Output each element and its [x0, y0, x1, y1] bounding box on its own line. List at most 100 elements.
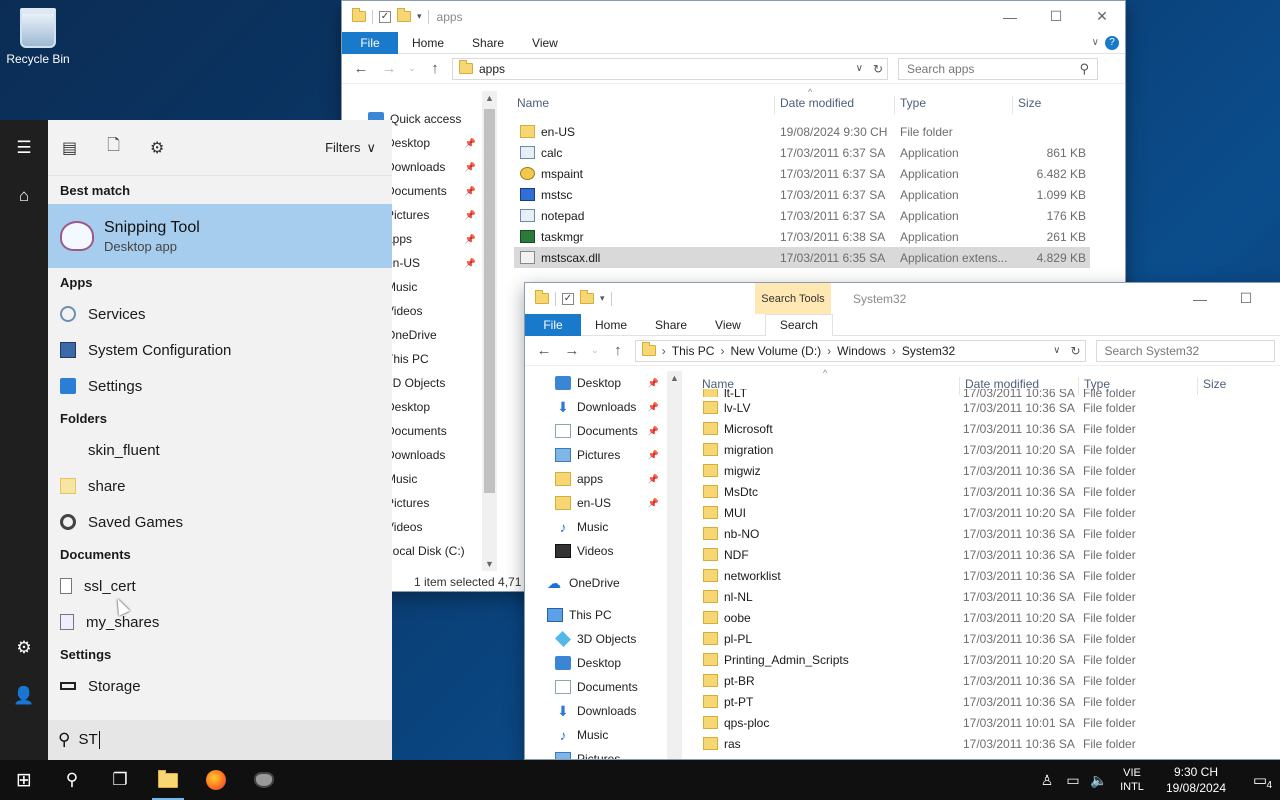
nav-item[interactable]: en-US 📌 — [547, 491, 665, 515]
result-item[interactable]: skin_fluent — [48, 432, 392, 468]
forward-button[interactable]: → — [561, 342, 583, 359]
app-taskbar-button[interactable] — [240, 760, 288, 800]
nav-item[interactable]: This PC — [547, 603, 665, 627]
file-row[interactable]: calc 17/03/2011 6:37 SA Application 861 KB — [514, 142, 1090, 163]
clock[interactable]: 9:30 CH 19/08/2024 — [1152, 764, 1240, 796]
file-row[interactable]: en-US 19/08/2024 9:30 CH File folder — [514, 121, 1090, 142]
start-search-box[interactable]: ⚲ ST — [48, 720, 392, 760]
nav-item[interactable]: ♪ Music — [547, 723, 665, 747]
tab-search[interactable]: Search — [764, 313, 833, 336]
qat-dropdown-icon[interactable]: ▾ — [600, 293, 605, 304]
new-folder-icon[interactable] — [397, 8, 411, 22]
breadcrumb-windows[interactable]: Windows — [837, 344, 886, 358]
properties-icon[interactable]: ✓ — [562, 292, 574, 305]
file-row[interactable]: oobe 17/03/2011 10:20 SA File folder — [697, 607, 1277, 628]
file-row[interactable]: ras 17/03/2011 10:36 SA File folder — [697, 733, 1277, 754]
address-dropdown-icon[interactable]: ∨ — [856, 63, 863, 74]
file-row[interactable]: NDF 17/03/2011 10:36 SA File folder — [697, 544, 1277, 565]
tab-view[interactable]: View — [701, 318, 755, 332]
navigation-scrollbar[interactable]: ▲ ▼ — [482, 91, 497, 571]
column-date-modified[interactable]: Date modified — [774, 96, 854, 114]
nav-item[interactable]: Videos — [547, 539, 665, 563]
close-button[interactable]: ✕ — [1079, 1, 1125, 32]
recent-locations-icon[interactable]: ⌄ — [589, 345, 601, 356]
apps-scope-icon[interactable]: ▤ — [62, 138, 77, 158]
nav-item[interactable]: Documents 📌 — [547, 419, 665, 443]
nav-item[interactable]: ⬇ Downloads 📌 — [547, 395, 665, 419]
breadcrumb-this-pc[interactable]: This PC — [672, 344, 715, 358]
breadcrumb-system32[interactable]: System32 — [902, 344, 955, 358]
recent-locations-icon[interactable]: ⌄ — [406, 63, 418, 74]
result-item[interactable]: Storage — [48, 668, 392, 704]
file-row[interactable]: Microsoft 17/03/2011 10:36 SA File folder — [697, 418, 1277, 439]
settings-scope-icon[interactable]: ⚙ — [150, 138, 164, 158]
people-icon[interactable]: ♙ — [1034, 772, 1060, 789]
tab-file[interactable]: File — [525, 313, 581, 336]
settings-gear-icon[interactable]: ⚙ — [0, 628, 48, 668]
file-row[interactable]: migration 17/03/2011 10:20 SA File folder — [697, 439, 1277, 460]
properties-icon[interactable]: ✓ — [379, 10, 391, 23]
address-bar[interactable]: › This PC › New Volume (D:) › Windows › … — [634, 339, 1086, 362]
file-row[interactable]: mstscax.dll 17/03/2011 6:35 SA Application… — [514, 247, 1090, 268]
breadcrumb-volume-d[interactable]: New Volume (D:) — [730, 344, 821, 358]
refresh-icon[interactable]: ↻ — [1070, 344, 1080, 358]
recycle-bin-shortcut[interactable]: Recycle Bin — [6, 8, 70, 66]
nav-item[interactable]: Documents — [547, 675, 665, 699]
file-row[interactable]: networklist 17/03/2011 10:36 SA File folde… — [697, 565, 1277, 586]
filters-dropdown[interactable]: Filters ∨ — [325, 140, 376, 156]
file-row[interactable]: lv-LV 17/03/2011 10:36 SA File folder — [697, 397, 1277, 418]
maximize-button[interactable]: ☐ — [1223, 283, 1269, 314]
nav-item[interactable]: 3D Objects — [547, 627, 665, 651]
tab-home[interactable]: Home — [581, 318, 641, 332]
file-row[interactable]: notepad 17/03/2011 6:37 SA Application 176 … — [514, 205, 1090, 226]
nav-item[interactable]: ♪ Music — [547, 515, 665, 539]
minimize-button[interactable]: — — [987, 1, 1033, 32]
hamburger-menu-icon[interactable]: ☰ — [0, 128, 48, 168]
result-item[interactable]: Settings — [48, 368, 392, 404]
qat-dropdown-icon[interactable]: ▾ — [417, 11, 422, 22]
tab-share[interactable]: Share — [458, 36, 518, 50]
result-item[interactable]: ssl_cert — [48, 568, 392, 604]
file-row[interactable]: Printing_Admin_Scripts 17/03/2011 10:20 S… — [697, 649, 1277, 670]
file-row[interactable]: qps-ploc 17/03/2011 10:01 SA File folder — [697, 712, 1277, 733]
documents-scope-icon[interactable]: 🗋 — [107, 134, 120, 161]
action-center-button[interactable]: ▭ 4 — [1240, 771, 1280, 791]
user-account-icon[interactable]: 👤 — [0, 676, 48, 716]
file-row[interactable]: nb-NO 17/03/2011 10:36 SA File folder — [697, 523, 1277, 544]
nav-item[interactable]: apps 📌 — [547, 467, 665, 491]
search-input[interactable]: Search System32 — [1095, 339, 1276, 362]
tab-share[interactable]: Share — [641, 318, 701, 332]
search-input[interactable]: Search apps ⚲ — [898, 57, 1098, 80]
file-row[interactable]: lt-LT 17/03/2011 10:36 SA File folder — [697, 389, 1277, 397]
file-row[interactable]: pt-PT 17/03/2011 10:36 SA File folder — [697, 691, 1277, 712]
file-row[interactable]: MUI 17/03/2011 10:20 SA File folder — [697, 502, 1277, 523]
result-item[interactable]: share — [48, 468, 392, 504]
expand-ribbon-icon[interactable]: ∨ — [1092, 37, 1099, 48]
start-button[interactable]: ⊞ — [0, 760, 48, 800]
refresh-icon[interactable]: ↻ — [873, 62, 883, 76]
tab-view[interactable]: View — [518, 36, 572, 50]
new-folder-icon[interactable] — [580, 290, 594, 304]
nav-item[interactable]: Pictures — [547, 747, 665, 759]
search-icon[interactable]: ⚲ — [48, 760, 96, 800]
column-name[interactable]: Name — [512, 96, 549, 114]
back-button[interactable]: ← — [350, 60, 372, 77]
file-row[interactable]: migwiz 17/03/2011 10:36 SA File folder — [697, 460, 1277, 481]
task-view-icon[interactable]: ❐ — [96, 760, 144, 800]
column-type[interactable]: Type — [894, 96, 926, 114]
file-row[interactable]: nl-NL 17/03/2011 10:36 SA File folder — [697, 586, 1277, 607]
tab-home[interactable]: Home — [398, 36, 458, 50]
address-dropdown-icon[interactable]: ∨ — [1053, 345, 1060, 356]
up-button[interactable]: ↑ — [424, 60, 446, 77]
file-row[interactable]: pt-BR 17/03/2011 10:36 SA File folder — [697, 670, 1277, 691]
tab-file[interactable]: File — [342, 31, 398, 54]
nav-item[interactable]: Desktop — [547, 651, 665, 675]
nav-item[interactable]: ⬇ Downloads — [547, 699, 665, 723]
navigation-scrollbar[interactable]: ▲ — [667, 371, 682, 759]
result-item[interactable]: System Configuration — [48, 332, 392, 368]
file-explorer-taskbar-button[interactable] — [144, 760, 192, 800]
firefox-taskbar-button[interactable] — [192, 760, 240, 800]
result-item[interactable]: Saved Games — [48, 504, 392, 540]
nav-item[interactable]: ☁ OneDrive — [547, 571, 665, 595]
volume-muted-icon[interactable]: 🔈 — [1086, 772, 1112, 789]
